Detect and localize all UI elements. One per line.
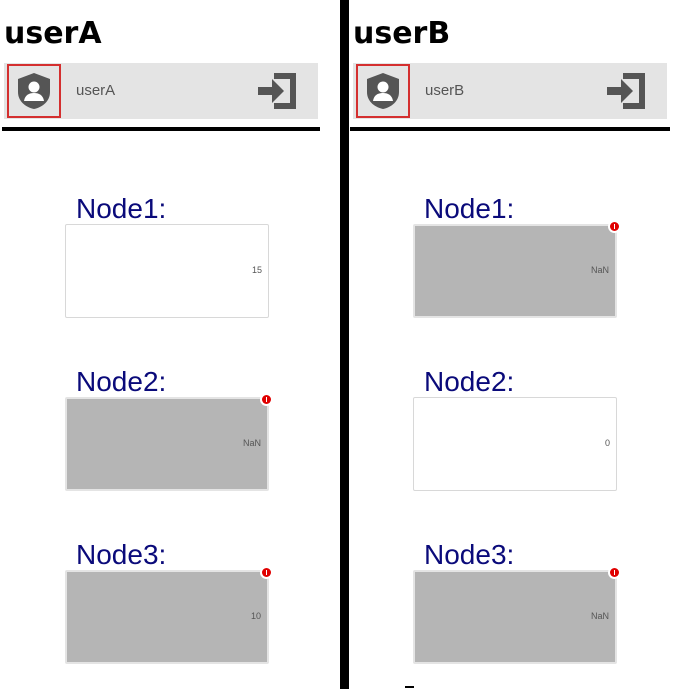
node-value-box[interactable]: NaN	[413, 220, 621, 318]
user-avatar-button[interactable]	[356, 64, 410, 118]
node-value: NaN	[590, 611, 609, 621]
node-value-box[interactable]: 10	[65, 566, 273, 664]
error-badge-icon	[608, 566, 621, 579]
node-value: NaN	[242, 438, 261, 448]
sign-in-arrow-icon	[258, 73, 296, 109]
node-label: Node1:	[76, 193, 167, 224]
node-label: Node2:	[76, 366, 167, 397]
error-badge-icon	[260, 393, 273, 406]
node-label: Node1:	[424, 193, 515, 224]
user-shield-icon	[18, 73, 50, 109]
node-label: Node3:	[76, 539, 167, 570]
panel-title: userB	[353, 16, 451, 51]
user-avatar-button[interactable]	[7, 64, 61, 118]
header-divider	[2, 127, 320, 131]
node-value: 10	[250, 611, 261, 621]
bottom-mark	[405, 686, 414, 688]
header-divider	[350, 127, 670, 131]
node-value-box[interactable]: NaN	[65, 393, 273, 491]
node-value-box[interactable]: NaN	[413, 566, 621, 664]
node-value-box[interactable]: 15	[65, 224, 269, 318]
sign-in-arrow-icon	[607, 73, 645, 109]
user-panel-a: userA userA Node1: 15 Node2: NaN Node3: …	[0, 0, 340, 689]
error-badge-icon	[260, 566, 273, 579]
user-toolbar: userA	[4, 63, 318, 119]
logout-button[interactable]	[256, 69, 300, 113]
username-label: userB	[425, 82, 465, 99]
node-value: 15	[251, 265, 262, 275]
error-badge-icon	[608, 220, 621, 233]
node-value: NaN	[590, 265, 609, 275]
panel-divider	[340, 0, 349, 689]
node-value-box[interactable]: 0	[413, 397, 617, 491]
user-toolbar: userB	[353, 63, 667, 119]
node-label: Node2:	[424, 366, 515, 397]
panel-title: userA	[4, 16, 102, 51]
user-shield-icon	[367, 73, 399, 109]
node-label: Node3:	[424, 539, 515, 570]
username-label: userA	[76, 82, 116, 99]
node-value: 0	[604, 438, 610, 448]
user-panel-b: userB userB Node1: NaN Node2: 0 Node3: N…	[349, 0, 683, 689]
logout-button[interactable]	[605, 69, 649, 113]
